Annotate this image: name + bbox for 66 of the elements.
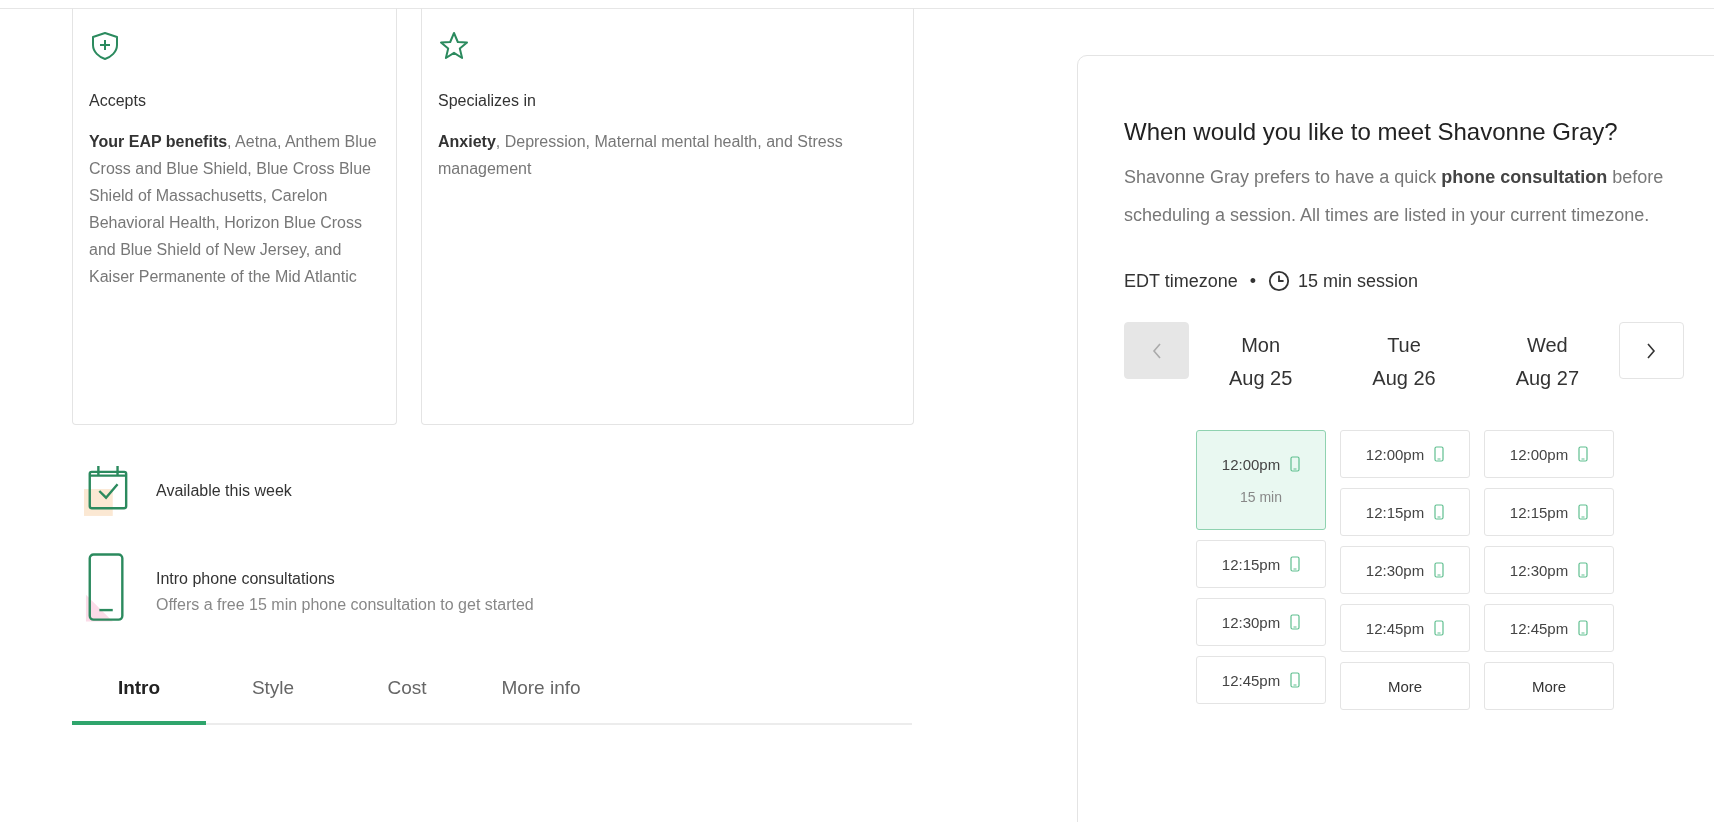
slot-time: 12:00pm (1365, 445, 1425, 463)
phone-icon (1290, 672, 1301, 688)
date: Aug 27 (1515, 367, 1579, 390)
time-slot[interactable]: 12:00pm (1484, 430, 1614, 478)
slot-time: 12:15pm (1509, 503, 1569, 521)
phone-icon (1578, 504, 1589, 520)
card-title: Accepts (89, 92, 147, 110)
phone-icon (1290, 456, 1301, 472)
feature-title: Available this week (156, 482, 292, 500)
tab[interactable]: Style (206, 663, 340, 725)
phone-icon (1578, 446, 1589, 462)
time-slot[interactable]: 12:00pm (1340, 430, 1470, 478)
phone-icon (1578, 562, 1589, 578)
date: Aug 26 (1372, 367, 1436, 390)
slot-time: 12:45pm (1509, 619, 1569, 637)
more-button[interactable]: More (1340, 662, 1470, 710)
time-slot[interactable]: 12:45pm (1484, 604, 1614, 652)
card-title: Specializes in (438, 92, 537, 110)
slot-time: 12:15pm (1365, 503, 1425, 521)
slot-time: 12:30pm (1365, 561, 1425, 579)
time-slot[interactable]: 12:15pm (1340, 488, 1470, 536)
feature-description: Offers a free 15 min phone consultation to get started (156, 596, 534, 614)
time-slot[interactable]: 12:45pm (1196, 656, 1326, 704)
weekday: Mon (1241, 334, 1281, 357)
slot-time: 12:45pm (1221, 671, 1281, 689)
shield-plus-icon (89, 30, 121, 62)
separator: • (1249, 270, 1257, 292)
time-slot[interactable]: 12:00pm 15 min (1196, 430, 1326, 530)
time-slot[interactable]: 12:30pm (1340, 546, 1470, 594)
tab[interactable]: Cost (340, 663, 474, 725)
booking-description: Shavonne Gray prefers to have a quick phone consultation before scheduling a session. All times are listed in your current timezone. (1124, 166, 1665, 227)
card-text: Your EAP benefits, Aetna, Anthem Blue Cross and Blue Shield, Blue Cross Blue Shield of Massachusetts, Carelon Behavioral Health, Horizon Blue Cross and Blue Shield of New Jersey, and Kaiser Permanente of the Mid Atlantic (89, 132, 378, 287)
time-slot[interactable]: 12:15pm (1196, 540, 1326, 588)
phone-icon (1290, 556, 1301, 572)
phone-icon (1434, 446, 1445, 462)
feature-title: Intro phone consultations (156, 570, 336, 588)
phone-icon (1434, 620, 1445, 636)
tab[interactable]: More info (474, 663, 608, 725)
slot-time: 12:15pm (1221, 555, 1281, 573)
phone-icon (1578, 620, 1589, 636)
more-button[interactable]: More (1484, 662, 1614, 710)
slot-time: 12:45pm (1365, 619, 1425, 637)
phone-icon (1290, 614, 1301, 630)
slot-time: 12:30pm (1221, 613, 1281, 631)
clock-icon (1268, 270, 1291, 292)
date: Aug 25 (1228, 367, 1293, 390)
booking-title: When would you like to meet Shavonne Gray? (1124, 117, 1619, 147)
slot-time: 12:00pm (1221, 455, 1281, 473)
star-icon (438, 30, 470, 62)
phone-icon (1434, 562, 1445, 578)
next-button[interactable] (1619, 322, 1684, 379)
slot-time: 12:30pm (1509, 561, 1569, 579)
time-slot[interactable]: 12:45pm (1340, 604, 1470, 652)
time-slot[interactable]: 12:15pm (1484, 488, 1614, 536)
phone-icon (1434, 504, 1445, 520)
slot-duration: 15 min (1240, 488, 1282, 505)
timezone-label: EDT timezone (1124, 270, 1238, 292)
weekday: Tue (1387, 334, 1421, 357)
weekday: Wed (1526, 334, 1568, 357)
tab[interactable]: Intro (72, 663, 206, 725)
time-slot[interactable]: 12:30pm (1484, 546, 1614, 594)
calendar-check-icon (84, 463, 130, 519)
time-slot[interactable]: 12:30pm (1196, 598, 1326, 646)
card-text: Anxiety, Depression, Maternal mental health, and Stress management (438, 132, 844, 179)
slot-time: 12:00pm (1509, 445, 1569, 463)
session-length: 15 min session (1298, 270, 1419, 292)
